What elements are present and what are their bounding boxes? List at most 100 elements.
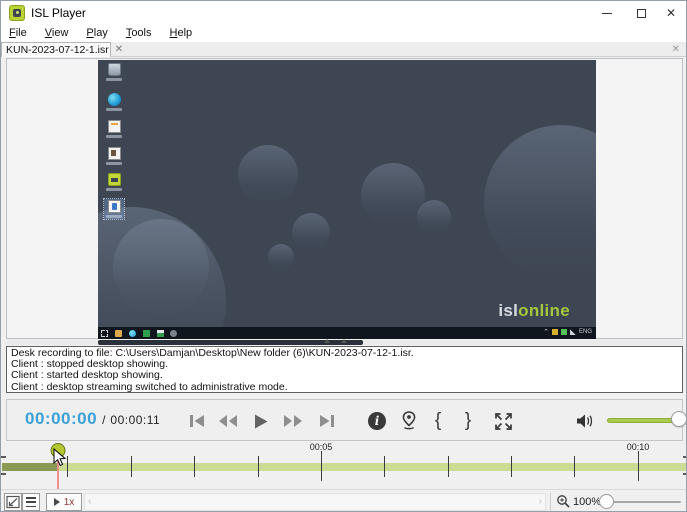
rewind-button[interactable] (215, 411, 241, 431)
skip-to-end-icon (318, 413, 335, 429)
time-separator: / (102, 413, 105, 427)
app-icon-green-2 (157, 330, 164, 337)
app-icon-green (143, 330, 150, 337)
wallpaper-bubble (238, 145, 298, 205)
log-line: Client : desktop streaming switched to a… (11, 382, 678, 393)
timeline-track[interactable] (2, 463, 687, 471)
scroll-right-icon[interactable]: › (539, 496, 542, 507)
close-icon: ✕ (666, 7, 676, 19)
desktop-icon-selected-file[interactable] (104, 199, 124, 219)
event-list-button[interactable] (22, 493, 40, 511)
timeline-tick (511, 456, 512, 477)
desktop-icon-document-2[interactable] (104, 147, 124, 165)
document-icon (108, 147, 121, 160)
timeline-tick (638, 451, 639, 481)
zoom-magnifier-icon (556, 494, 571, 509)
location-marker-button[interactable] (396, 409, 422, 433)
wallpaper-bubble (98, 207, 226, 339)
tab-close-icon[interactable]: ✕ (115, 45, 123, 55)
menu-help[interactable]: Help (161, 26, 202, 41)
timeline-tick-label: 00:05 (310, 442, 333, 452)
log-line: Client : started desktop showing. (11, 370, 678, 381)
playback-speed-button[interactable]: 1x (46, 493, 82, 511)
wallpaper-bubble (268, 244, 294, 270)
isl-light-icon (108, 173, 121, 186)
hscroll-mark-icon (341, 339, 347, 343)
network-icon (570, 329, 576, 335)
timeline-tick (574, 456, 575, 477)
playback-controls-panel: 00:00:00 / 00:00:11 i (6, 399, 683, 441)
divider (550, 492, 551, 512)
content-area: islonline ⌃ ENG (1, 57, 686, 512)
maximize-button[interactable] (624, 1, 658, 25)
tab-bar-close-icon[interactable]: ✕ (672, 44, 680, 55)
fit-to-window-button[interactable] (4, 493, 22, 511)
time-display: 00:00:00 / 00:00:11 (25, 409, 160, 429)
tray-icon (561, 329, 567, 335)
minimize-icon (602, 13, 612, 14)
rewind-icon (218, 413, 238, 429)
remote-taskbar: ⌃ ENG (98, 327, 596, 339)
desktop-icon-recycle-bin[interactable] (104, 63, 124, 81)
skip-to-start-button[interactable] (184, 411, 210, 431)
list-icon (26, 497, 36, 507)
video-hscrollbar[interactable] (6, 340, 683, 345)
close-brace-icon: } (465, 410, 471, 432)
fast-forward-icon (283, 413, 303, 429)
menu-tools[interactable]: Tools (117, 26, 161, 41)
skip-to-end-button[interactable] (313, 411, 339, 431)
timeline-playhead[interactable] (51, 443, 66, 458)
timeline-played (2, 463, 58, 471)
volume-slider-track[interactable] (607, 418, 681, 423)
wallpaper-bubble (484, 125, 596, 279)
play-button[interactable] (248, 411, 274, 431)
tray-icon (552, 329, 558, 335)
open-brace-icon: { (435, 410, 441, 432)
skip-to-start-icon (189, 413, 206, 429)
play-icon (253, 413, 269, 430)
timeline-tick (384, 456, 385, 477)
menu-file[interactable]: File (1, 26, 36, 41)
play-small-icon (54, 498, 60, 506)
video-viewport[interactable]: islonline ⌃ ENG (6, 58, 683, 339)
close-button[interactable]: ✕ (654, 1, 687, 25)
desktop-icon-document[interactable] (104, 120, 124, 138)
start-icon (101, 330, 108, 337)
fullscreen-button[interactable] (490, 409, 516, 433)
minimize-button[interactable] (590, 1, 624, 25)
wallpaper-bubble (417, 200, 451, 234)
menu-play[interactable]: Play (77, 26, 116, 41)
zoom-level-label: 100% (573, 496, 601, 508)
desktop-icon-isl-light[interactable] (104, 173, 124, 191)
app-icon-gray (170, 330, 177, 337)
desktop-icon-edge[interactable] (104, 93, 124, 111)
speed-label: 1x (64, 497, 75, 508)
tray-language: ENG (579, 329, 592, 335)
info-button[interactable]: i (364, 409, 390, 433)
timeline-edge-mark (683, 473, 687, 475)
isl-player-window: ISL Player ✕ FileViewPlayToolsHelp KUN-2… (0, 0, 687, 512)
edge-taskbar-icon (129, 330, 136, 337)
scroll-left-icon[interactable]: ‹ (88, 496, 91, 507)
maximize-icon (637, 9, 646, 18)
set-start-marker-button[interactable]: { (425, 409, 451, 433)
timeline-edge-mark (1, 456, 6, 458)
event-log-panel[interactable]: Desk recording to file: C:\Users\Damjan\… (6, 346, 683, 393)
set-end-marker-button[interactable]: } (455, 409, 481, 433)
speaker-icon (575, 412, 595, 430)
timeline-tick-label: 00:10 (627, 442, 650, 452)
fast-forward-button[interactable] (280, 411, 306, 431)
timeline[interactable]: 00:05 00:10 (1, 442, 687, 489)
fullscreen-icon (494, 412, 513, 431)
volume-mute-button[interactable] (572, 409, 598, 433)
timeline-scrollbar[interactable]: ‹ › (84, 493, 546, 511)
system-tray: ⌃ ENG (543, 329, 592, 336)
tab-recording[interactable]: KUN-2023-07-12-1.isr ✕ (1, 42, 111, 57)
bottom-bar: 1x ‹ › 100% (1, 489, 687, 512)
menu-view[interactable]: View (36, 26, 78, 41)
timeline-tick (321, 451, 322, 481)
zoom-slider-knob[interactable] (599, 494, 614, 509)
timeline-tick (131, 456, 132, 477)
volume-slider-knob[interactable] (671, 411, 687, 427)
timeline-tick (448, 456, 449, 477)
